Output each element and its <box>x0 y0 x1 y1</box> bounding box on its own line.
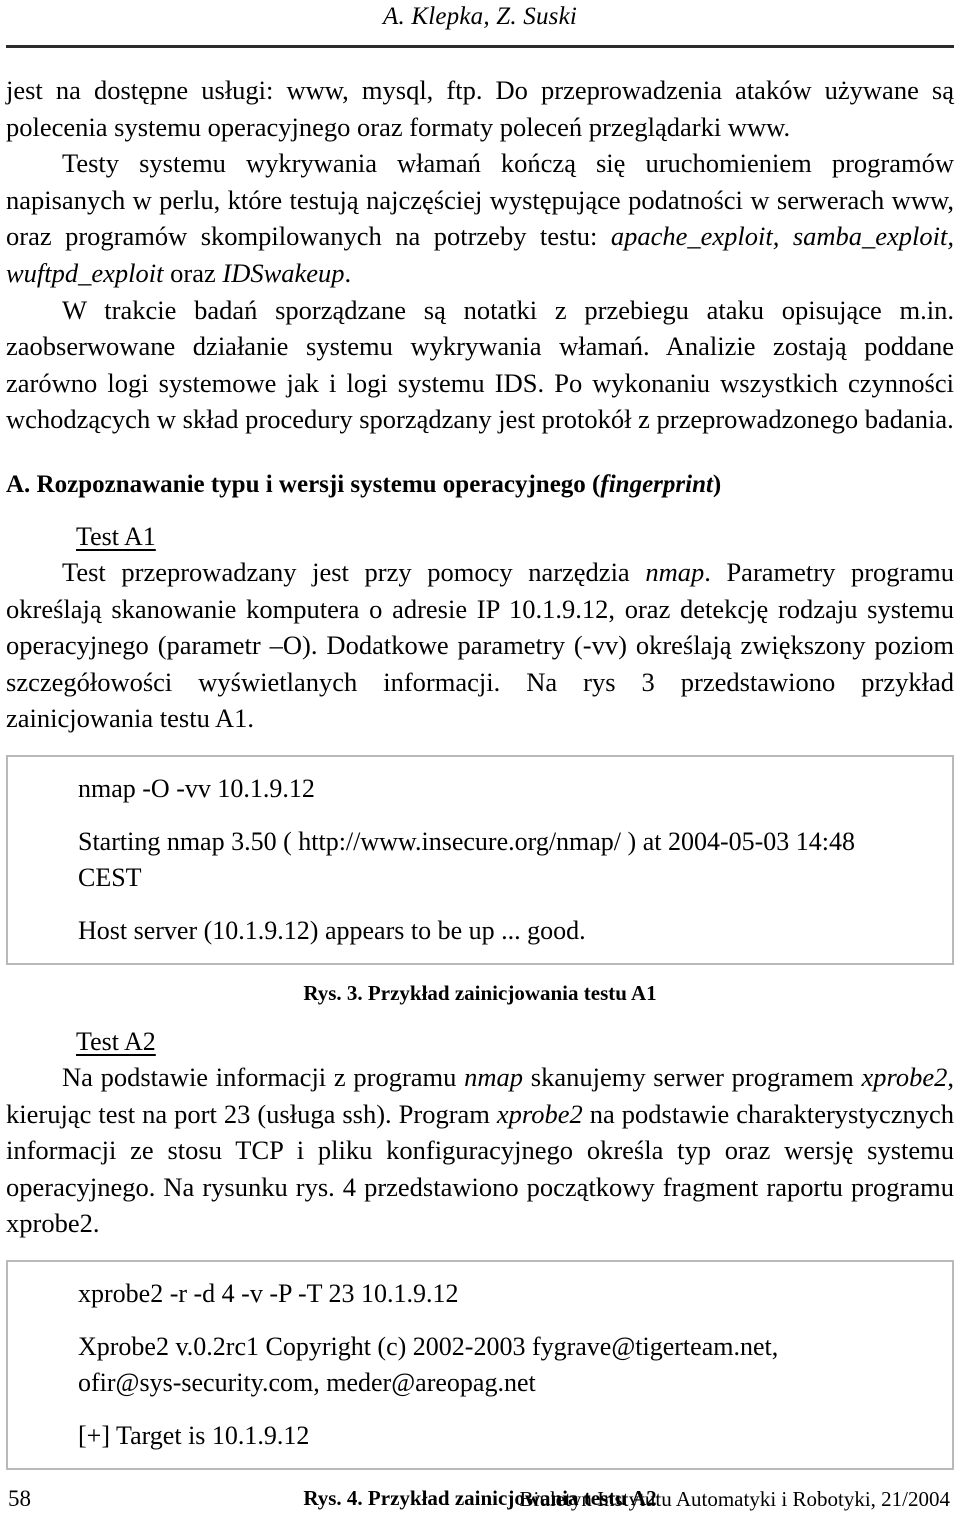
paragraph-tests-intro: Testy systemu wykrywania włamań kończą s… <box>6 145 954 291</box>
section-heading-a-prefix: A. Rozpoznawanie typu i wersji systemu o… <box>6 470 601 498</box>
sub-heading-test-a1: Test A1 <box>6 520 954 554</box>
listing-line-output-2: CEST <box>78 862 142 892</box>
figure-3-caption: Rys. 3. Przykład zainicjowania testu A1 <box>303 980 657 1005</box>
exploit-conjunction: oraz <box>163 257 223 288</box>
sub-heading-test-a2-label: Test A2 <box>76 1026 156 1056</box>
paragraph-test-a2-description: Na podstawie informacji z programu nmap … <box>6 1059 954 1242</box>
page-footer: 58 Biuletyn Instytutu Automatyki i Robot… <box>0 1486 960 1512</box>
paragraph-continuation: jest na dostępne usługi: www, mysql, ftp… <box>6 75 954 142</box>
exploit-period: . <box>344 257 352 288</box>
paragraph-test-a1-description: Test przeprowadzany jest przy pomocy nar… <box>6 554 954 737</box>
test-a1-desc-part-1: Test przeprowadzany jest przy pomocy nar… <box>62 556 646 587</box>
journal-reference: Biuletyn Instytutu Automatyki i Robotyki… <box>519 1487 950 1511</box>
test-a2-desc-part-1: Na podstawie informacji z programu <box>62 1061 465 1092</box>
document-page: A. Klepka, Z. Suski jest na dostępne usł… <box>0 0 960 1526</box>
xprobe2-tool-name-2: xprobe2 <box>496 1098 583 1129</box>
page-number: 58 <box>8 1486 31 1511</box>
nmap-tool-name-2: nmap <box>464 1061 524 1092</box>
paragraph-research-notes: W trakcie badań sporządzane są notatki z… <box>6 294 954 435</box>
idswakeup-name: IDSwakeup <box>222 257 345 288</box>
sub-heading-test-a1-label: Test A1 <box>76 521 156 551</box>
figure-4-listing-box: xprobe2 -r -d 4 -v -P -T 23 10.1.9.12 Xp… <box>6 1259 954 1470</box>
nmap-tool-name: nmap <box>645 556 705 587</box>
header-rule <box>6 45 954 48</box>
section-heading-a-italic: fingerprint <box>600 470 713 498</box>
figure-3-listing-box: nmap -O -vv 10.1.9.12 Starting nmap 3.50… <box>6 754 954 965</box>
section-heading-a: A. Rozpoznawanie typu i wersji systemu o… <box>6 468 954 502</box>
listing-line-xprobe-output-1: Xprobe2 v.0.2rc1 Copyright (c) 2002-2003… <box>78 1331 779 1361</box>
listing-line-output-3: Host server (10.1.9.12) appears to be up… <box>78 915 586 945</box>
running-head: A. Klepka, Z. Suski <box>382 3 578 30</box>
test-a2-desc-part-2: skanujemy serwer programem <box>523 1061 862 1092</box>
xprobe2-tool-name: xprobe2 <box>861 1061 948 1092</box>
sub-heading-test-a2: Test A2 <box>6 1025 954 1059</box>
listing-line-xprobe-output-3: [+] Target is 10.1.9.12 <box>78 1420 310 1450</box>
listing-line-xprobe-output-2: ofir@sys-security.com, meder@areopag.net <box>78 1367 536 1397</box>
listing-line-output-1: Starting nmap 3.50 ( http://www.insecure… <box>78 826 855 856</box>
listing-line-command: nmap -O -vv 10.1.9.12 <box>78 773 315 803</box>
section-heading-a-suffix: ) <box>712 470 722 498</box>
listing-line-xprobe-command: xprobe2 -r -d 4 -v -P -T 23 10.1.9.12 <box>78 1278 459 1308</box>
